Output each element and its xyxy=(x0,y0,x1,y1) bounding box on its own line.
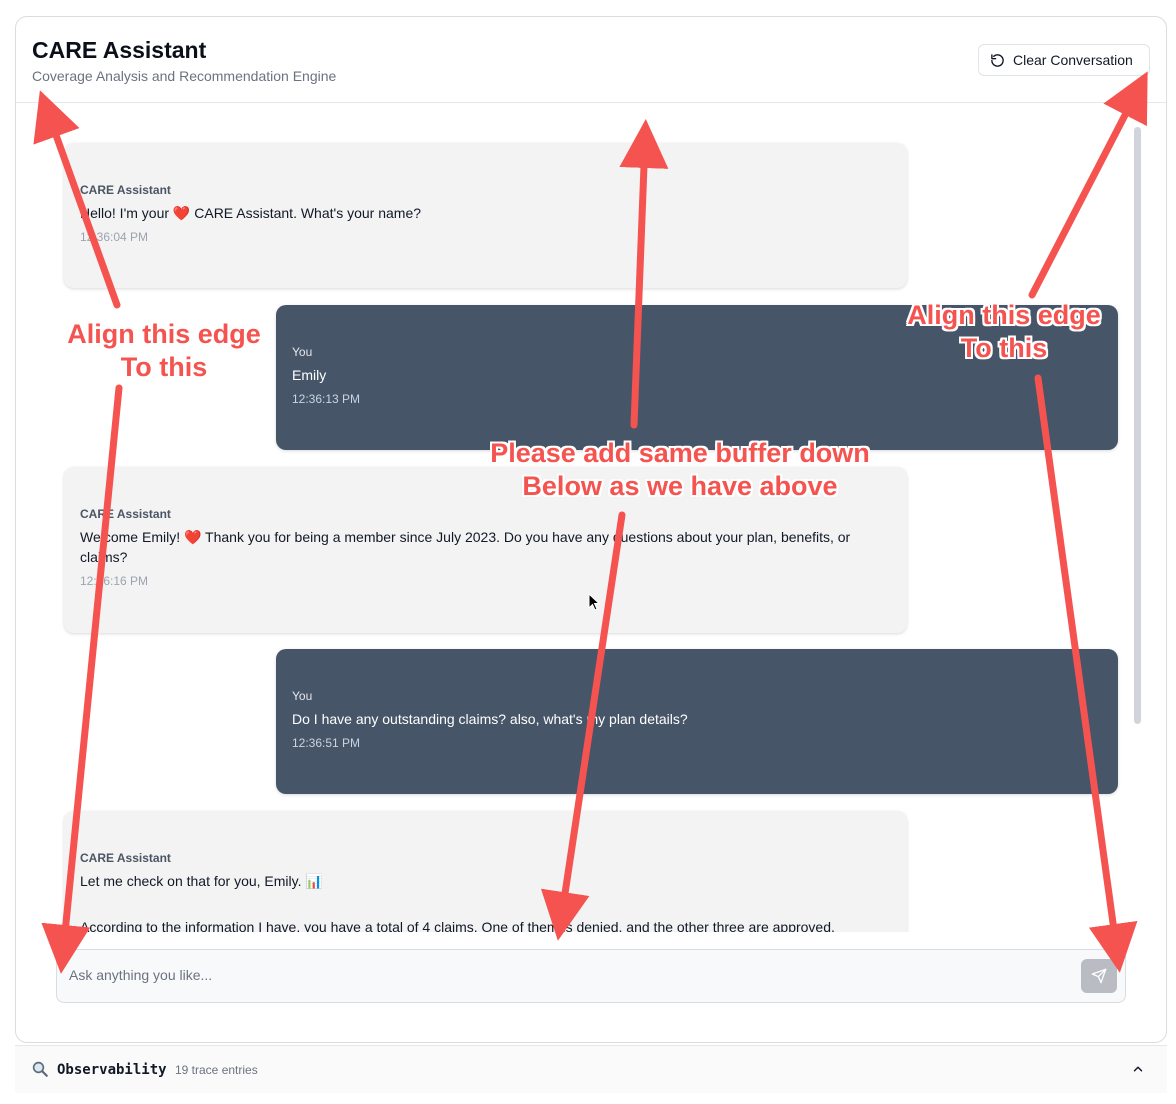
message-text: Let me check on that for you, Emily. 📊 xyxy=(80,873,323,889)
search-icon xyxy=(32,1061,48,1077)
clear-conversation-button[interactable]: Clear Conversation xyxy=(978,44,1150,76)
page-subtitle: Coverage Analysis and Recommendation Eng… xyxy=(32,68,337,84)
clear-conversation-label: Clear Conversation xyxy=(1013,52,1133,68)
annotation-center: Please add same buffer down Below as we … xyxy=(470,437,890,503)
message-time: 12:36:51 PM xyxy=(292,736,361,750)
send-button[interactable] xyxy=(1081,959,1117,993)
message-sender: CARE Assistant xyxy=(80,851,171,865)
annotation-right-line1: Align this edge xyxy=(907,300,1101,330)
message-list[interactable]: CARE Assistant Hello! I'm your ❤️ CARE A… xyxy=(16,104,1166,932)
message-sender: CARE Assistant xyxy=(80,507,171,521)
header: CARE Assistant Coverage Analysis and Rec… xyxy=(16,17,1166,103)
message-text: Do I have any outstanding claims? also, … xyxy=(292,711,688,727)
annotation-right-line2: To this xyxy=(960,333,1048,363)
chat-card: CARE Assistant Coverage Analysis and Rec… xyxy=(15,16,1167,1043)
message-time: 12:36:04 PM xyxy=(80,230,149,244)
annotation-left-line2: To this xyxy=(120,352,208,382)
send-icon xyxy=(1091,968,1107,984)
mouse-cursor-icon xyxy=(588,593,600,611)
chat-input-container xyxy=(56,949,1126,1003)
heart-icon: ❤️ xyxy=(183,529,202,545)
message-bot: CARE Assistant Hello! I'm your ❤️ CARE A… xyxy=(64,143,907,288)
observability-title: Observability xyxy=(57,1062,167,1078)
chevron-up-icon[interactable] xyxy=(1131,1062,1145,1076)
annotation-right: Align this edge To this xyxy=(898,299,1110,365)
observability-panel[interactable]: Observability 19 trace entries xyxy=(15,1045,1167,1093)
annotation-left: Align this edge To this xyxy=(58,318,270,384)
message-text: Emily xyxy=(292,367,327,383)
message-text: Hello! I'm your ❤️ CARE Assistant. What'… xyxy=(80,205,422,221)
annotation-left-line1: Align this edge xyxy=(67,319,261,349)
page-title: CARE Assistant xyxy=(32,37,207,63)
message-time: 12:36:16 PM xyxy=(80,574,149,588)
message-sender: CARE Assistant xyxy=(80,183,171,197)
message-text: Welcome Emily! ❤️ Thank you for being a … xyxy=(80,529,851,565)
annotation-center-line1: Please add same buffer down xyxy=(490,438,870,468)
message-user: You Do I have any outstanding claims? al… xyxy=(276,649,1118,794)
refresh-icon xyxy=(991,53,1004,67)
trace-count: 19 trace entries xyxy=(175,1063,258,1077)
message-text: According to the information I have, you… xyxy=(80,919,835,932)
scrollbar[interactable] xyxy=(1134,127,1141,724)
chart-emoji-icon: 📊 xyxy=(305,873,323,889)
message-bot: CARE Assistant Let me check on that for … xyxy=(64,811,907,932)
message-sender: You xyxy=(292,689,313,703)
message-time: 12:36:13 PM xyxy=(292,392,361,406)
annotation-center-line2: Below as we have above xyxy=(522,471,838,501)
chat-input[interactable] xyxy=(69,967,1049,983)
heart-icon: ❤️ xyxy=(172,205,191,221)
